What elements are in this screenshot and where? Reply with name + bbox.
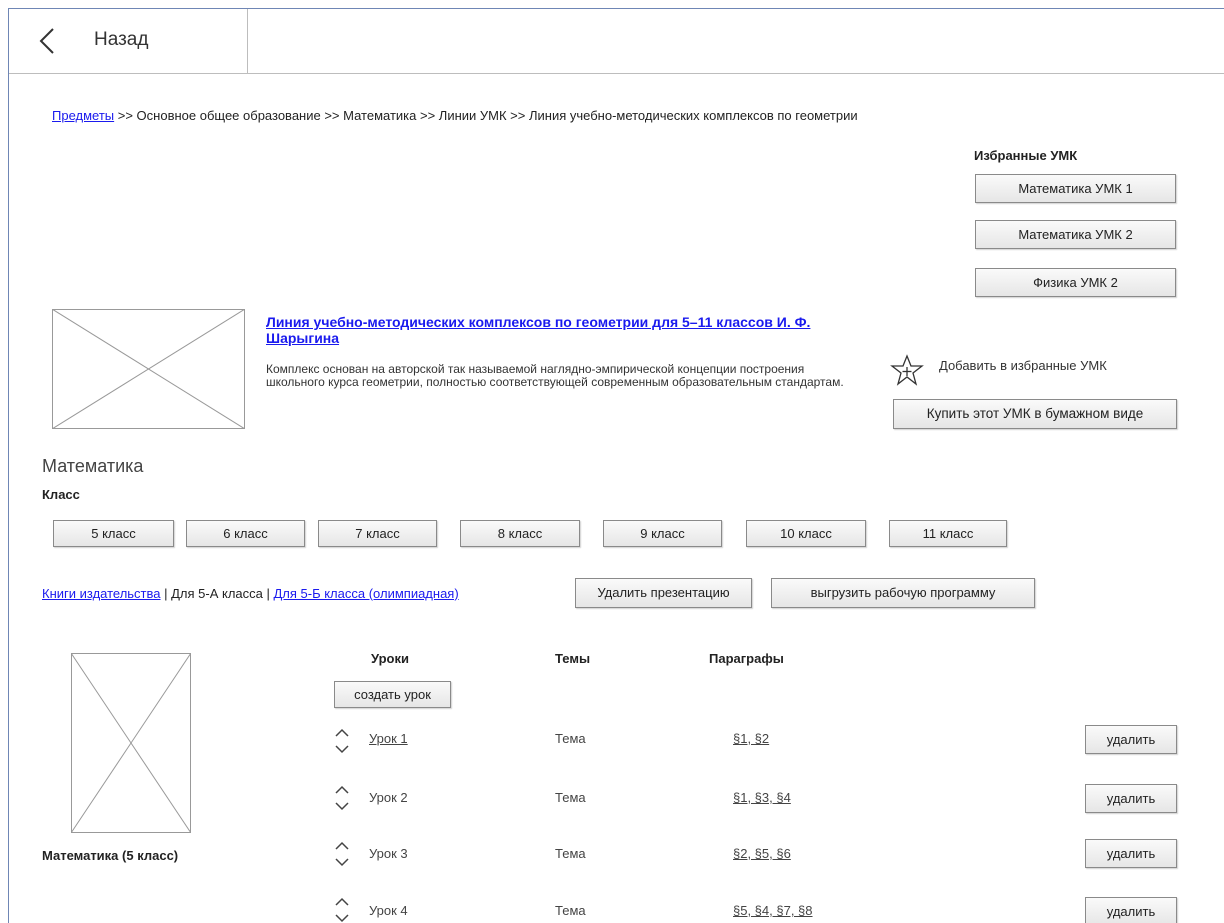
class-10-button[interactable]: 10 класс [746, 520, 866, 547]
star-add-icon[interactable] [890, 354, 924, 386]
breadcrumb-path: >> Основное общее образование >> Математ… [114, 108, 858, 123]
delete-lesson-button[interactable]: удалить [1085, 839, 1177, 868]
buy-paper-button[interactable]: Купить этот УМК в бумажном виде [893, 399, 1177, 429]
delete-presentation-button[interactable]: Удалить презентацию [575, 578, 752, 608]
favorite-item-button[interactable]: Физика УМК 2 [975, 268, 1176, 297]
books-current-class: | Для 5-А класса | [160, 586, 274, 601]
lesson-title-link[interactable]: Урок 1 [369, 731, 408, 746]
lesson-paragraphs-link[interactable]: §2, §5, §6 [733, 846, 791, 861]
lesson-topic: Тема [555, 731, 586, 746]
chevron-left-icon [39, 28, 54, 54]
back-label: Назад [94, 29, 149, 50]
delete-lesson-button[interactable]: удалить [1085, 784, 1177, 813]
class-6-button[interactable]: 6 класс [186, 520, 305, 547]
create-lesson-button[interactable]: создать урок [334, 681, 451, 708]
reorder-up-down-icon[interactable] [334, 783, 350, 813]
line-title-link[interactable]: Линия учебно-методических комплексов по … [266, 314, 826, 346]
breadcrumb: Предметы >> Основное общее образование >… [52, 108, 858, 123]
subject-title: Математика [42, 456, 144, 476]
export-program-button[interactable]: выгрузить рабочую программу [771, 578, 1035, 608]
lesson-title: Урок 2 [369, 790, 408, 805]
lesson-title: Урок 4 [369, 903, 408, 918]
lesson-paragraphs-link[interactable]: §1, §3, §4 [733, 790, 791, 805]
delete-lesson-button[interactable]: удалить [1085, 897, 1177, 923]
reorder-up-down-icon[interactable] [334, 895, 350, 923]
column-header-paragraphs: Параграфы [709, 651, 784, 666]
lesson-paragraphs-link[interactable]: §5, §4, §7, §8 [733, 903, 813, 918]
class-label: Класс [42, 487, 80, 502]
line-cover-image-placeholder [52, 309, 245, 429]
class-8-button[interactable]: 8 класс [460, 520, 580, 547]
class-9-button[interactable]: 9 класс [603, 520, 722, 547]
top-bar: Назад [9, 9, 1224, 74]
books-publisher-link[interactable]: Книги издательства [42, 586, 161, 601]
lesson-topic: Тема [555, 846, 586, 861]
book-caption: Математика (5 класс) [42, 848, 179, 863]
back-button[interactable]: Назад [9, 9, 248, 73]
favorites-title: Избранные УМК [974, 148, 1078, 163]
lesson-paragraphs-link[interactable]: §1, §2 [733, 731, 769, 746]
books-5b-olympiad-link[interactable]: Для 5-Б класса (олимпиадная) [273, 586, 458, 601]
favorite-item-button[interactable]: Математика УМК 2 [975, 220, 1176, 249]
lesson-topic: Тема [555, 790, 586, 805]
line-description: Комплекс основан на авторской так называ… [266, 362, 844, 389]
class-11-button[interactable]: 11 класс [889, 520, 1007, 547]
column-header-topics: Темы [555, 651, 591, 666]
book-cover-image-placeholder [71, 653, 191, 833]
column-header-lessons: Уроки [371, 651, 409, 666]
reorder-up-down-icon[interactable] [334, 726, 350, 756]
favorite-item-button[interactable]: Математика УМК 1 [975, 174, 1176, 203]
books-filter-row: Книги издательства | Для 5-А класса | Дл… [42, 586, 459, 601]
lesson-title: Урок 3 [369, 846, 408, 861]
delete-lesson-button[interactable]: удалить [1085, 725, 1177, 754]
lesson-topic: Тема [555, 903, 586, 918]
class-7-button[interactable]: 7 класс [318, 520, 437, 547]
reorder-up-down-icon[interactable] [334, 839, 350, 869]
page-frame: Назад Предметы >> Основное общее образов… [8, 8, 1224, 923]
class-5-button[interactable]: 5 класс [53, 520, 174, 547]
breadcrumb-link-subjects[interactable]: Предметы [52, 108, 114, 123]
add-to-favorites-label[interactable]: Добавить в избранные УМК [939, 358, 1107, 373]
